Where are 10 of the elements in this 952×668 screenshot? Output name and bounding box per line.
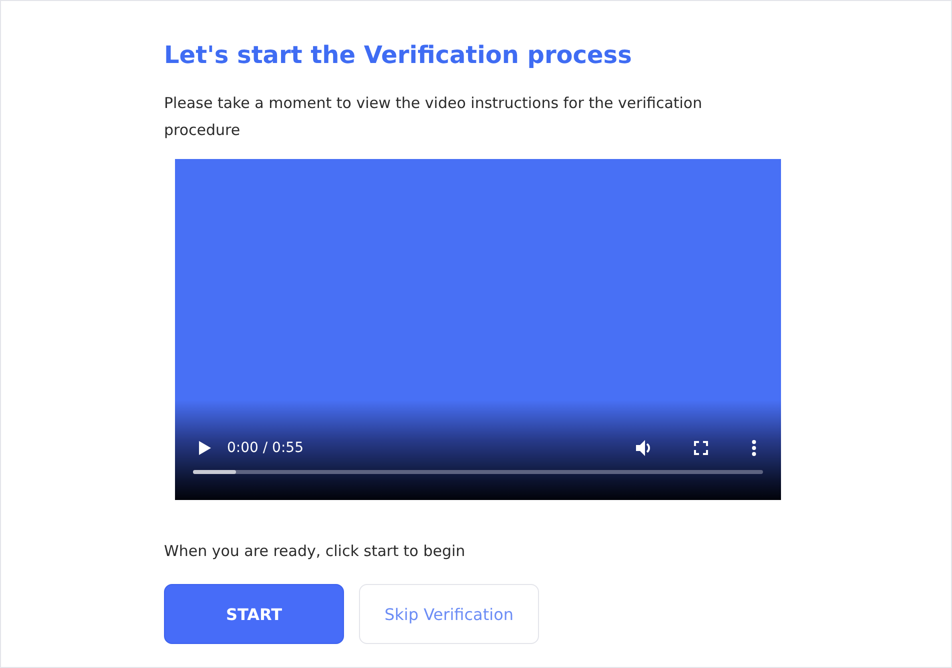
intro-text: Please take a moment to view the video instructions for the verification procedure bbox=[164, 93, 704, 141]
video-time: 0:00 / 0:55 bbox=[227, 440, 304, 456]
progress-bar[interactable] bbox=[193, 470, 763, 474]
page-heading: Let's start the Verification process bbox=[164, 40, 633, 71]
fullscreen-icon[interactable] bbox=[694, 441, 708, 455]
prompt-text: When you are ready, click start to begin bbox=[164, 541, 466, 562]
more-icon[interactable] bbox=[752, 440, 756, 456]
play-icon[interactable] bbox=[199, 441, 211, 455]
skip-button[interactable]: Skip Verification bbox=[359, 584, 539, 644]
start-button[interactable]: START bbox=[164, 584, 344, 644]
